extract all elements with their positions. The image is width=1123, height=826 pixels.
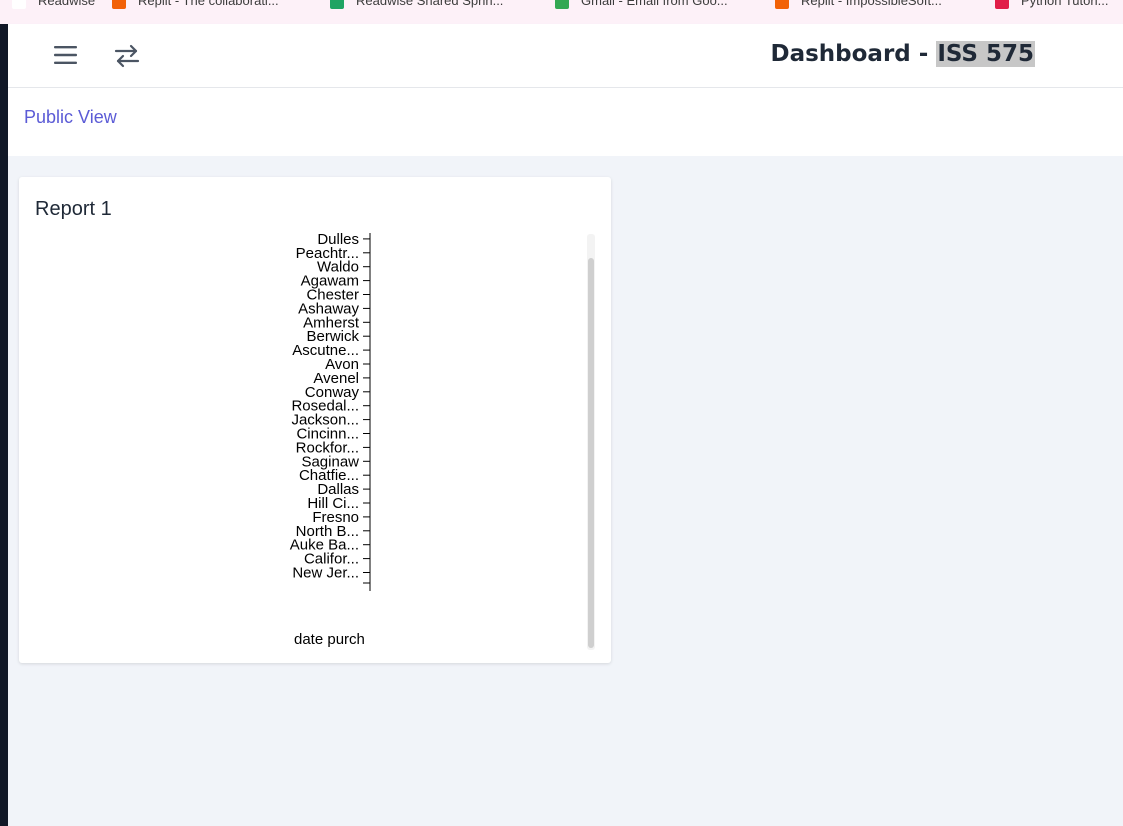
bookmark-label: Readwise — [38, 0, 96, 8]
bookmark-favicon-icon — [12, 0, 26, 9]
public-view-link[interactable]: Public View — [24, 107, 117, 128]
top-header: Dashboard - ISS 575 — [8, 24, 1123, 88]
bookmark-label: Replit - The collaborati... — [138, 0, 279, 8]
chart-area[interactable]: Washingt...DullesPeachtr...WaldoAgawamCh… — [35, 233, 591, 653]
page-title: Dashboard - ISS 575 — [770, 41, 1035, 67]
x-axis-label: date purch — [294, 631, 365, 648]
page-title-prefix: Dashboard - — [770, 41, 937, 67]
bookmark-favicon-icon — [112, 0, 126, 9]
bookmark-favicon-icon — [330, 0, 344, 9]
bookmark-item[interactable]: Gmail - Email from Goo... — [555, 0, 728, 9]
bookmark-favicon-icon — [775, 0, 789, 9]
report-title: Report 1 — [35, 198, 112, 220]
report-chart: Washingt...DullesPeachtr...WaldoAgawamCh… — [285, 233, 371, 648]
bookmark-bar: Readwise Replit - The collaborati... Readw… — [0, 0, 1123, 24]
menu-icon[interactable] — [53, 44, 79, 66]
bookmark-item[interactable]: Readwise — [12, 0, 95, 9]
y-tick-label: New Jer... — [292, 565, 359, 582]
sidebar-strip — [0, 24, 8, 826]
bookmark-favicon-icon — [995, 0, 1009, 9]
view-bar: Public View — [8, 88, 1123, 156]
page-title-highlight: ISS 575 — [936, 41, 1035, 67]
bookmark-label: Python Tutori... — [1021, 0, 1109, 8]
bookmark-favicon-icon — [555, 0, 569, 9]
bookmark-item[interactable]: Replit - ImpossibleSoft... — [775, 0, 942, 9]
bookmark-item[interactable]: Replit - The collaborati... — [112, 0, 279, 9]
bookmark-item[interactable]: Readwise Shared Sprin... — [330, 0, 503, 9]
scrollbar-thumb[interactable] — [588, 258, 594, 648]
report-card: Report 1 Washingt...DullesPeachtr...Wald… — [19, 177, 611, 663]
bookmark-item[interactable]: Python Tutori... — [995, 0, 1108, 9]
swap-arrows-icon[interactable] — [113, 42, 141, 70]
bookmark-label: Gmail - Email from Goo... — [581, 0, 728, 8]
chart-scrollbar[interactable] — [587, 234, 595, 650]
bookmark-label: Readwise Shared Sprin... — [356, 0, 504, 8]
bookmark-label: Replit - ImpossibleSoft... — [801, 0, 942, 8]
